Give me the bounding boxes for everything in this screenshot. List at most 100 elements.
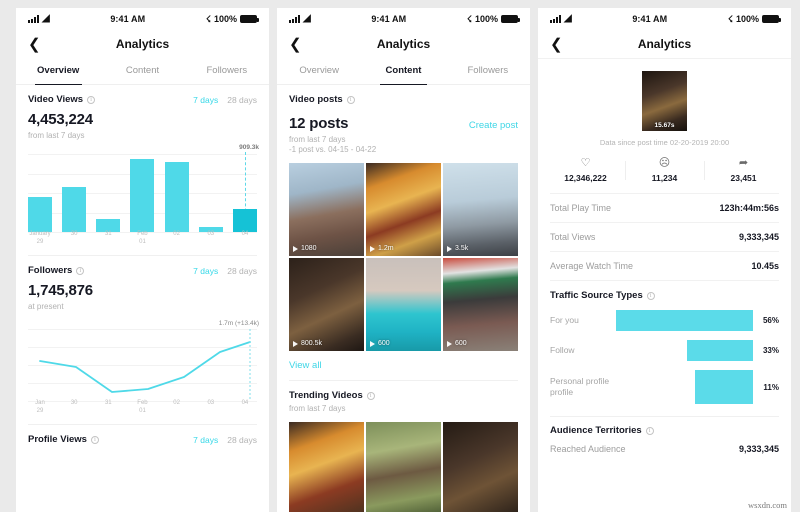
section-profile-views: Profile Views i 7 days 28 days <box>16 425 269 445</box>
heart-icon: ♡ <box>580 157 591 169</box>
followers-header: Followers i 7 days 28 days <box>28 265 257 276</box>
info-icon[interactable]: i <box>87 95 96 104</box>
view-all-button[interactable]: View all <box>289 360 518 371</box>
followers-peak-label: 1.7m (+13.4k) <box>218 320 259 327</box>
video-views-range: 7 days 28 days <box>193 95 257 105</box>
bar-3[interactable] <box>130 158 155 232</box>
info-icon[interactable]: i <box>366 391 375 400</box>
bars-container <box>28 154 257 232</box>
tab-followers[interactable]: Followers <box>446 58 530 84</box>
post-thumbnail[interactable]: 800.5k <box>289 258 364 351</box>
bluetooth-icon: ☇ <box>466 13 472 24</box>
play-icon <box>370 340 375 347</box>
traffic-row-follow: Follow 33% <box>550 340 779 361</box>
status-time-1: 9:41 AM <box>110 14 146 24</box>
video-views-sub: from last 7 days <box>28 131 85 140</box>
likes-count: 12,346,222 <box>564 173 607 183</box>
back-button[interactable]: ❮ <box>550 37 563 52</box>
post-thumbnail[interactable]: 600 <box>443 258 518 351</box>
post-thumbnail[interactable]: 3.5k <box>443 163 518 256</box>
trending-thumbnail[interactable] <box>289 422 364 512</box>
page-title: Analytics <box>115 37 170 51</box>
followers-line-chart: 1.7m (+13.4k) Jan 29 30 31 Feb 01 02 03 … <box>28 320 259 415</box>
x-label-3: Feb 01 <box>137 230 148 245</box>
followers-sub: at present <box>28 302 64 311</box>
battery-percent-3: 100% <box>735 14 759 24</box>
posts-count: 12 posts <box>289 115 349 132</box>
bar-0[interactable] <box>28 196 52 232</box>
x-label-5: 03 <box>207 399 215 406</box>
x-label-2: 31 <box>104 230 112 237</box>
traffic-pct: 11% <box>763 382 779 392</box>
trending-thumbnail[interactable] <box>443 422 518 512</box>
nav-bar-3: ❮ Analytics <box>538 30 791 58</box>
range-28-days[interactable]: 28 days <box>227 435 257 445</box>
page-title: Analytics <box>376 37 431 51</box>
comments-count: 11,234 <box>651 173 678 183</box>
range-7-days[interactable]: 7 days <box>193 435 218 445</box>
status-left-2: ◢ <box>289 14 311 24</box>
stat-comments: ☹ 11,234 <box>625 158 704 183</box>
info-icon[interactable]: i <box>90 435 99 444</box>
followers-value: 1,745,876 <box>28 282 93 299</box>
status-left-3: ◢ <box>550 14 572 24</box>
video-post-time: Data since post time 02-20-2019 20:00 <box>599 138 730 147</box>
tab-overview[interactable]: Overview <box>277 58 361 84</box>
metric-label: Total Play Time <box>550 203 612 213</box>
video-posts-title: Video posts <box>289 94 343 105</box>
trending-thumbnail[interactable] <box>366 422 441 512</box>
tab-bar-2: Overview Content Followers <box>277 58 530 85</box>
tab-followers[interactable]: Followers <box>185 58 269 84</box>
metric-label: Total Views <box>550 232 596 242</box>
status-left-1: ◢ <box>28 14 50 24</box>
battery-percent-2: 100% <box>474 14 498 24</box>
create-post-button[interactable]: Create post <box>469 120 518 131</box>
range-7-days[interactable]: 7 days <box>193 95 218 105</box>
back-button[interactable]: ❮ <box>289 37 302 52</box>
video-views-header: Video Views i 7 days 28 days <box>28 94 257 105</box>
post-thumbnail[interactable]: 1080 <box>289 163 364 256</box>
post-views: 800.5k <box>293 340 322 347</box>
post-thumbnail[interactable]: 1.2m <box>366 163 441 256</box>
posts-sub-1: from last 7 days <box>289 135 346 144</box>
range-28-days[interactable]: 28 days <box>227 266 257 276</box>
status-bar-3: ◢ 9:41 AM ☇ 100% <box>538 8 791 30</box>
traffic-label: For you <box>550 315 579 326</box>
range-28-days[interactable]: 28 days <box>227 95 257 105</box>
status-right-1: ☇ 100% <box>205 13 259 25</box>
bluetooth-icon: ☇ <box>205 13 211 24</box>
section-audience-territories: Audience Territories i Reached Audience … <box>538 417 791 454</box>
section-video-views: Video Views i 7 days 28 days 4,453,224 f… <box>16 85 269 256</box>
bar-1[interactable] <box>62 186 87 232</box>
x-label-4: 02 <box>173 399 180 406</box>
bar-chart-x-axis: January 29 30 31 Feb 01 02 03 04 <box>28 230 257 246</box>
info-icon[interactable]: i <box>645 426 654 435</box>
trending-sub: from last 7 days <box>289 404 346 413</box>
play-icon <box>293 245 298 252</box>
tab-content[interactable]: Content <box>361 58 445 85</box>
stat-likes: ♡ 12,346,222 <box>546 157 625 184</box>
post-views: 1080 <box>293 245 317 252</box>
post-thumbnail[interactable]: 600 <box>366 258 441 351</box>
info-icon[interactable]: i <box>346 95 355 104</box>
info-icon[interactable]: i <box>646 291 655 300</box>
traffic-bar <box>616 310 753 331</box>
metric-value: 9,333,345 <box>738 232 779 242</box>
bar-4[interactable] <box>164 161 189 232</box>
video-thumbnail[interactable]: 15.67s <box>642 71 687 131</box>
metric-average-watch-time: Average Watch Time 10.45s <box>538 252 791 280</box>
bar-6[interactable] <box>232 209 257 232</box>
info-icon[interactable]: i <box>76 266 85 275</box>
range-7-days[interactable]: 7 days <box>193 266 218 276</box>
status-time-2: 9:41 AM <box>371 14 407 24</box>
section-traffic-sources: Traffic Source Types i For you 56% Follo… <box>538 281 791 417</box>
screenshot-stage: ◢ 9:41 AM ☇ 100% ❮ Analytics Overview Co… <box>0 0 800 512</box>
tab-content[interactable]: Content <box>100 58 184 84</box>
tab-bar-1: Overview Content Followers <box>16 58 269 85</box>
back-button[interactable]: ❮ <box>28 37 41 52</box>
x-label-2: 31 <box>104 399 112 406</box>
signal-icon <box>550 15 561 23</box>
tab-overview[interactable]: Overview <box>16 58 100 85</box>
traffic-pct: 33% <box>762 346 779 355</box>
traffic-bar <box>695 370 753 404</box>
